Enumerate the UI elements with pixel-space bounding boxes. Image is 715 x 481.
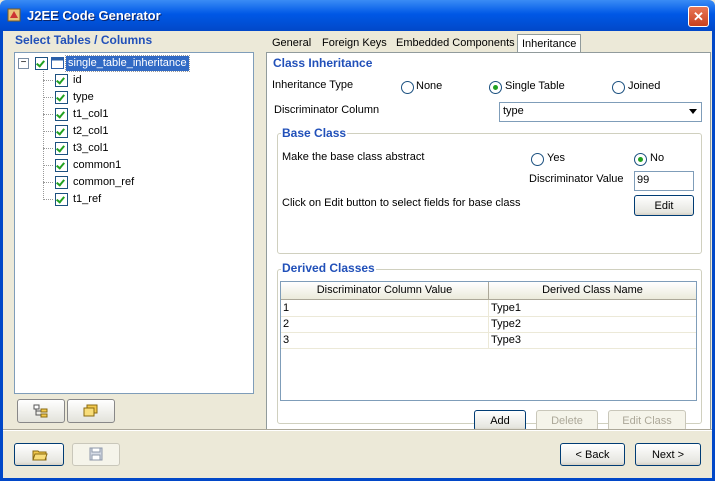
application-icon	[7, 8, 21, 22]
delete-button[interactable]: Delete	[536, 410, 598, 431]
folder-button[interactable]	[67, 399, 115, 423]
edit-hint: Click on Edit button to select fields fo…	[282, 197, 521, 209]
window-body: Select Tables / Columns − single_table_i…	[0, 31, 715, 481]
folder-icon	[83, 404, 98, 417]
tab-inheritance[interactable]: Inheritance	[517, 34, 582, 53]
radio-abstract-yes-label: Yes	[547, 152, 565, 164]
table-header: Discriminator Column Value Derived Class…	[281, 282, 696, 300]
edit-button[interactable]: Edit	[634, 195, 694, 216]
open-folder-icon	[32, 450, 48, 461]
tree-item-checkbox[interactable]	[55, 108, 68, 121]
derived-classes-title: Derived Classes	[281, 261, 376, 275]
save-icon	[89, 447, 103, 461]
tree-item[interactable]: common_ref	[43, 175, 223, 190]
discriminator-value-label: Discriminator Value	[529, 173, 624, 185]
tree-expand-icon[interactable]: −	[18, 58, 29, 69]
base-class-title: Base Class	[281, 126, 348, 140]
tree-item[interactable]: t1_ref	[43, 192, 223, 207]
tree-item-label: type	[73, 91, 94, 103]
table-row[interactable]: 3 Type3	[281, 332, 696, 349]
radio-joined-label: Joined	[628, 80, 661, 92]
window-title: J2EE Code Generator	[27, 8, 161, 23]
tree-item-checkbox[interactable]	[55, 74, 68, 87]
tree-layout-icon	[33, 404, 48, 418]
next-button[interactable]: Next >	[635, 443, 701, 466]
tree-item[interactable]: common1	[43, 158, 223, 173]
tree-root-checkbox[interactable]	[35, 57, 48, 70]
add-button[interactable]: Add	[474, 410, 526, 431]
table-icon	[51, 57, 64, 69]
tree-item-checkbox[interactable]	[55, 193, 68, 206]
inheritance-type-label: Inheritance Type	[272, 79, 354, 91]
inheritance-tab-content: Class Inheritance Inheritance Type None …	[266, 52, 711, 431]
radio-none-label: None	[416, 80, 443, 92]
tree-item-checkbox[interactable]	[55, 125, 68, 138]
tree-item-label: t2_col1	[73, 125, 109, 137]
discriminator-value-field[interactable]	[634, 171, 694, 191]
edit-class-button[interactable]: Edit Class	[608, 410, 686, 431]
chevron-down-icon	[689, 109, 697, 114]
radio-abstract-no[interactable]	[634, 153, 647, 166]
column-header[interactable]: Derived Class Name	[489, 282, 696, 299]
abstract-label: Make the base class abstract	[282, 151, 425, 163]
tree-item-label: common_ref	[73, 176, 135, 188]
radio-abstract-no-label: No	[650, 152, 665, 164]
radio-abstract-yes[interactable]	[531, 153, 544, 166]
close-button[interactable]: ✕	[688, 6, 709, 27]
tree-root-row[interactable]: − single_table_inheritance	[18, 55, 218, 72]
save-button[interactable]	[72, 443, 120, 466]
tree-item[interactable]: t3_col1	[43, 141, 223, 156]
radio-none[interactable]	[401, 81, 414, 94]
discriminator-column-label: Discriminator Column	[274, 104, 380, 116]
tree-item-label: t1_ref	[73, 193, 102, 205]
tree-item[interactable]: type	[43, 90, 223, 105]
radio-joined[interactable]	[612, 81, 625, 94]
left-panel-title: Select Tables / Columns	[15, 33, 153, 47]
derived-classes-table[interactable]: Discriminator Column Value Derived Class…	[280, 281, 697, 401]
tab-embedded-components[interactable]: Embedded Components	[392, 34, 519, 52]
title-bar: J2EE Code Generator ✕	[0, 0, 715, 31]
tree-item-checkbox[interactable]	[55, 159, 68, 172]
column-header[interactable]: Discriminator Column Value	[281, 282, 489, 299]
close-icon: ✕	[693, 9, 704, 24]
tree-root-label[interactable]: single_table_inheritance	[65, 55, 190, 72]
tree-item-label: t1_col1	[73, 108, 109, 120]
tree-layout-button[interactable]	[17, 399, 65, 423]
discriminator-column-value: type	[503, 105, 524, 117]
discriminator-column-select[interactable]: type	[499, 102, 702, 122]
table-row[interactable]: 1 Type1	[281, 300, 696, 317]
right-panel: General Foreign Keys Embedded Components…	[260, 31, 711, 431]
tree-item-checkbox[interactable]	[55, 176, 68, 189]
tab-general[interactable]: General	[268, 34, 315, 52]
discriminator-value-input[interactable]	[635, 172, 693, 188]
tree-item-label: common1	[73, 159, 122, 171]
tree-item-label: id	[73, 74, 82, 86]
open-button[interactable]	[14, 443, 64, 466]
bottom-bar: < Back Next >	[3, 430, 712, 479]
tab-foreign-keys[interactable]: Foreign Keys	[318, 34, 391, 52]
tree-item-checkbox[interactable]	[55, 142, 68, 155]
table-row[interactable]: 2 Type2	[281, 316, 696, 333]
radio-single-table-label: Single Table	[505, 80, 565, 92]
column-tree[interactable]: − single_table_inheritance id type t1_co…	[14, 52, 254, 394]
tree-item[interactable]: t1_col1	[43, 107, 223, 122]
class-inheritance-title: Class Inheritance	[273, 56, 373, 70]
tree-item[interactable]: id	[43, 73, 223, 88]
left-panel: Select Tables / Columns − single_table_i…	[7, 31, 259, 428]
tree-item-label: t3_col1	[73, 142, 109, 154]
tree-item[interactable]: t2_col1	[43, 124, 223, 139]
tree-item-checkbox[interactable]	[55, 91, 68, 104]
radio-single-table[interactable]	[489, 81, 502, 94]
back-button[interactable]: < Back	[560, 443, 625, 466]
